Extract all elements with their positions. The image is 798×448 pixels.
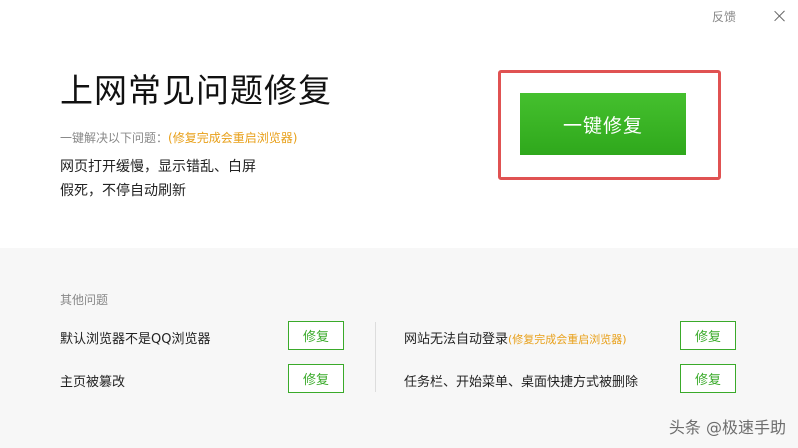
close-icon[interactable] (770, 6, 790, 26)
feedback-link[interactable]: 反馈 (712, 8, 736, 25)
hero-subtitle-prefix: 一键解决以下问题： (60, 131, 169, 145)
title-bar: 反馈 (712, 0, 798, 32)
fix-auto-login-button[interactable]: 修复 (680, 321, 736, 350)
problem-item-shortcuts: 任务栏、开始菜单、桌面快捷方式被删除 (404, 371, 638, 390)
problem-item-auto-login: 网站无法自动登录(修复完成会重启浏览器) (404, 328, 627, 347)
fix-homepage-button[interactable]: 修复 (288, 364, 344, 393)
problem-item-default-browser: 默认浏览器不是QQ浏览器 (60, 328, 210, 347)
repair-highlight-box: 一键修复 (498, 70, 721, 180)
watermark: 头条 @极速手助 (668, 418, 786, 437)
problem-label: 网站无法自动登录 (404, 332, 509, 347)
one-click-repair-button[interactable]: 一键修复 (520, 93, 686, 155)
other-problems-title: 其他问题 (60, 293, 109, 307)
page-title: 上网常见问题修复 (60, 71, 332, 110)
fix-default-browser-button[interactable]: 修复 (288, 321, 344, 350)
restart-note: (修复完成会重启浏览器) (168, 131, 298, 145)
problem-label: 默认浏览器不是QQ浏览器 (60, 332, 211, 347)
problem-line-1: 网页打开缓慢，显示错乱、白屏 (60, 159, 256, 175)
problem-label: 主页被篡改 (60, 375, 126, 390)
hero-subtitle: 一键解决以下问题：(修复完成会重启浏览器) (60, 129, 297, 146)
other-problems-section: 其他问题 默认浏览器不是QQ浏览器 修复 主页被篡改 修复 网站无法自动登录(修… (0, 248, 798, 448)
problem-label: 任务栏、开始菜单、桌面快捷方式被删除 (404, 375, 639, 390)
restart-note: (修复完成会重启浏览器) (508, 333, 627, 346)
column-divider (375, 322, 376, 392)
problem-line-2: 假死，不停自动刷新 (60, 183, 186, 199)
problem-item-homepage: 主页被篡改 (60, 371, 125, 390)
hero-section: 上网常见问题修复 一键解决以下问题：(修复完成会重启浏览器) 网页打开缓慢，显示… (0, 0, 798, 248)
fix-shortcuts-button[interactable]: 修复 (680, 364, 736, 393)
